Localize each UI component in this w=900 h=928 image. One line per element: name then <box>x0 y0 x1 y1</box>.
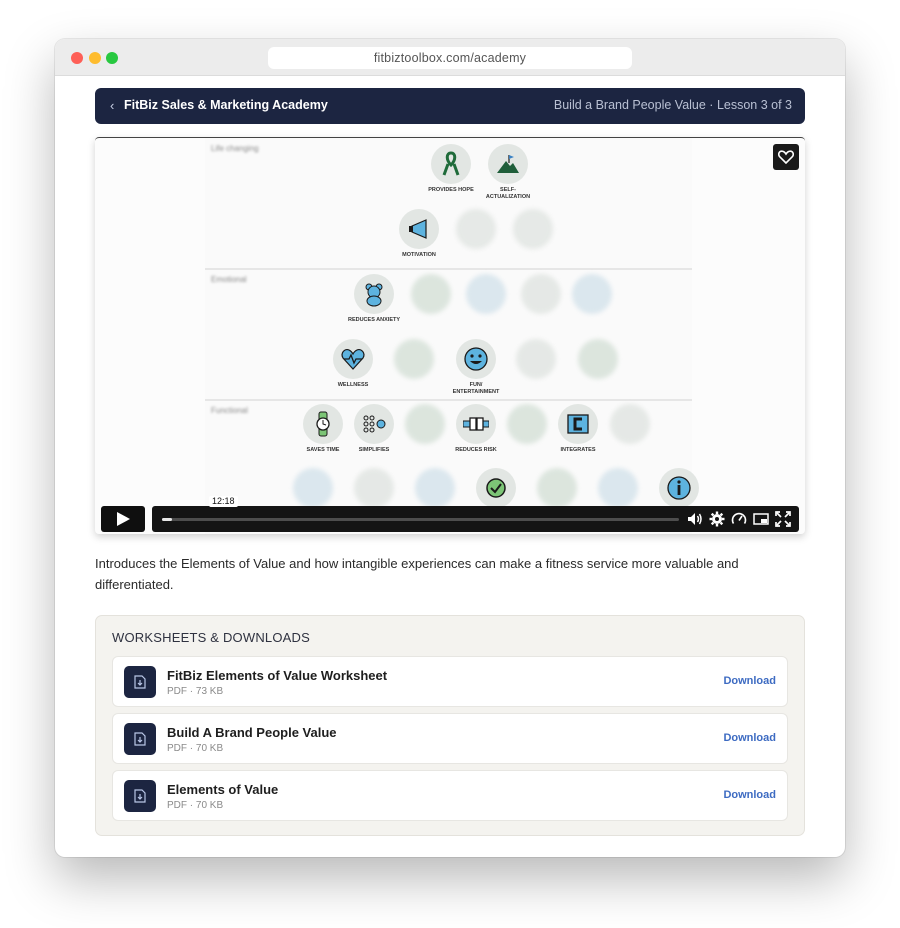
heart-icon <box>778 150 794 164</box>
progress-fill <box>162 518 173 521</box>
downloads-panel: WORKSHEETS & DOWNLOADS FitBiz Elements o… <box>95 615 805 836</box>
megaphone-icon <box>409 219 427 239</box>
integrates-icon <box>567 414 589 434</box>
video-controls: 12:18 <box>95 496 805 534</box>
blurred-element <box>527 468 587 508</box>
blurred-element <box>283 468 343 508</box>
heart-pulse-icon <box>341 348 365 370</box>
teddy-bear-icon <box>365 283 383 307</box>
self-actualization-element: SELF- ACTUALIZATION <box>478 144 538 200</box>
file-download-icon <box>124 780 156 812</box>
gear-icon[interactable] <box>709 511 725 527</box>
blurred-element <box>344 468 404 508</box>
file-meta: PDF · 70 KB <box>167 743 224 754</box>
blurred-element <box>401 274 461 324</box>
blurred-element <box>384 339 444 389</box>
simplify-dots-icon <box>363 415 386 433</box>
page-content: ‹ FitBiz Sales & Marketing Academy Build… <box>95 88 805 836</box>
address-bar[interactable]: fitbiztoolbox.com/academy <box>268 47 632 69</box>
file-name: FitBiz Elements of Value Worksheet <box>167 668 388 683</box>
info-element <box>649 468 709 508</box>
video-frame-slide: Life changing Emotional Functional PROVI… <box>205 138 699 534</box>
download-item: Build A Brand People Value PDF · 70 KB D… <box>112 713 788 764</box>
lesson-description: Introduces the Elements of Value and how… <box>95 556 739 592</box>
section-divider <box>205 268 692 270</box>
file-name: Build A Brand People Value <box>167 725 337 740</box>
watch-icon <box>316 411 330 437</box>
blurred-element <box>503 209 563 259</box>
course-title[interactable]: FitBiz Sales & Marketing Academy <box>124 98 328 112</box>
file-meta: PDF · 73 KB <box>167 686 224 697</box>
mountain-icon <box>497 155 519 173</box>
progress-track[interactable] <box>162 518 679 521</box>
downloads-heading: WORKSHEETS & DOWNLOADS <box>112 630 310 645</box>
current-time: 12:18 <box>209 496 238 507</box>
download-item: Elements of Value PDF · 70 KB Download <box>112 770 788 821</box>
blurred-element <box>446 209 506 259</box>
blurred-element <box>588 468 648 508</box>
course-header: ‹ FitBiz Sales & Marketing Academy Build… <box>95 88 805 124</box>
ribbon-icon <box>442 151 460 176</box>
file-download-icon <box>124 723 156 755</box>
download-link[interactable]: Download <box>723 675 776 687</box>
file-download-icon <box>124 666 156 698</box>
browser-window: fitbiztoolbox.com/academy ‹ FitBiz Sales… <box>55 39 845 857</box>
blurred-element <box>456 274 516 324</box>
checkmark-icon <box>486 478 506 498</box>
blurred-element <box>506 339 566 389</box>
minimize-window-button[interactable] <box>89 52 101 64</box>
zoom-window-button[interactable] <box>106 52 118 64</box>
file-meta: PDF · 70 KB <box>167 800 224 811</box>
section-label-life-changing: Life changing <box>211 144 259 153</box>
chevron-left-icon[interactable]: ‹ <box>110 98 114 113</box>
download-link[interactable]: Download <box>723 732 776 744</box>
favorite-button[interactable] <box>773 144 799 170</box>
seatbelt-icon <box>463 417 489 431</box>
video-player[interactable]: Life changing Emotional Functional PROVI… <box>95 137 805 534</box>
close-window-button[interactable] <box>71 52 83 64</box>
integrates-element: INTEGRATES <box>548 404 608 454</box>
section-label-emotional: Emotional <box>211 275 247 284</box>
blurred-element <box>600 404 660 454</box>
reduces-anxiety-element: REDUCES ANXIETY <box>344 274 404 324</box>
file-name: Elements of Value <box>167 782 279 797</box>
download-item: FitBiz Elements of Value Worksheet PDF ·… <box>112 656 788 707</box>
checkmark-element <box>466 468 526 508</box>
volume-icon[interactable] <box>687 511 703 527</box>
play-button[interactable] <box>101 506 145 532</box>
info-icon <box>667 476 691 500</box>
control-bar: 12:18 <box>152 496 799 532</box>
browser-titlebar: fitbiztoolbox.com/academy <box>55 39 845 76</box>
fullscreen-icon[interactable] <box>775 511 791 527</box>
section-label-functional: Functional <box>211 406 248 415</box>
picture-in-picture-icon[interactable] <box>753 511 769 527</box>
section-divider <box>205 399 692 401</box>
download-link[interactable]: Download <box>723 789 776 801</box>
blurred-element <box>562 274 622 324</box>
speed-icon[interactable] <box>731 511 747 527</box>
blurred-element <box>405 468 465 508</box>
fun-entertainment-element: FUN/ ENTERTAINMENT <box>446 339 506 395</box>
lesson-breadcrumb: Build a Brand People Value · Lesson 3 of… <box>553 98 792 112</box>
provides-hope-element: PROVIDES HOPE <box>421 144 481 194</box>
play-icon <box>117 512 130 526</box>
motivation-element: MOTIVATION <box>389 209 449 259</box>
blurred-element <box>568 339 628 389</box>
smiley-icon <box>464 347 488 371</box>
wellness-element: WELLNESS <box>323 339 383 389</box>
